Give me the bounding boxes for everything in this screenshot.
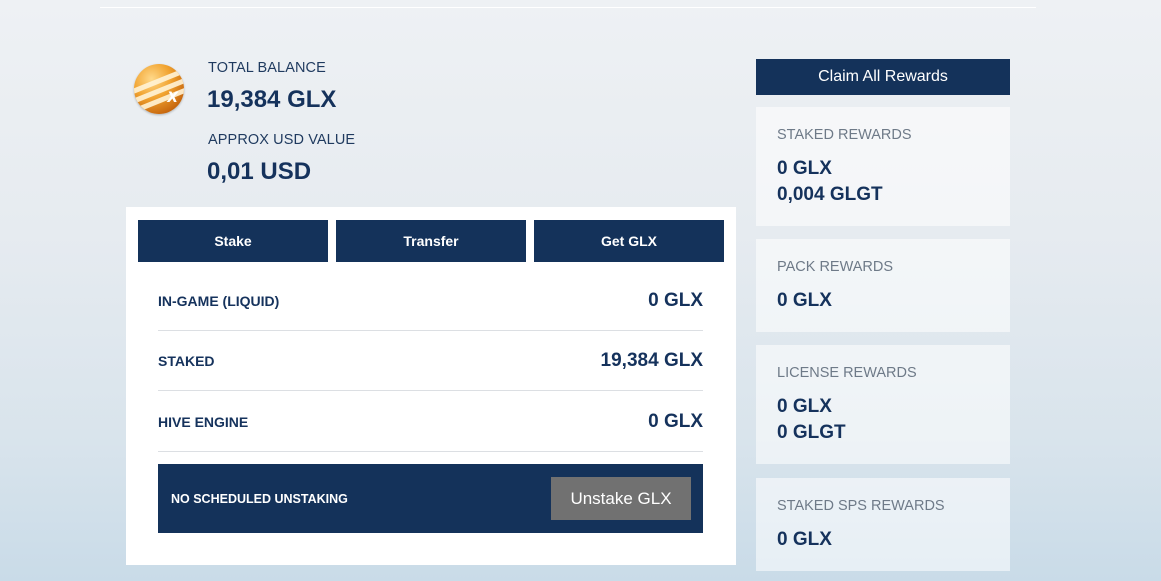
reward-title: LICENSE REWARDS [777, 365, 917, 381]
unstaking-status: NO SCHEDULED UNSTAKING [171, 491, 348, 506]
total-balance-value: 19,384 GLX [207, 86, 337, 113]
unstaking-panel: NO SCHEDULED UNSTAKING Unstake GLX [158, 464, 703, 533]
staked-sps-rewards-box: STAKED SPS REWARDS 0 GLX [756, 478, 1010, 571]
holding-row-hive-engine: HIVE ENGINE 0 GLX [158, 392, 703, 452]
holding-value: 0 GLX [648, 289, 703, 311]
unstake-glx-button[interactable]: Unstake GLX [551, 477, 691, 520]
balance-card: Stake Transfer Get GLX IN-GAME (LIQUID) … [126, 207, 736, 565]
license-rewards-box: LICENSE REWARDS 0 GLX 0 GLGT [756, 345, 1010, 464]
staked-rewards-box: STAKED REWARDS 0 GLX 0,004 GLGT [756, 107, 1010, 226]
claim-all-rewards-button[interactable]: Claim All Rewards [756, 59, 1010, 95]
reward-amount: 0 GLX [777, 158, 832, 179]
pack-rewards-box: PACK REWARDS 0 GLX [756, 239, 1010, 332]
glx-coin-icon: X [134, 64, 184, 114]
top-divider [100, 7, 1036, 8]
holding-label: STAKED [158, 352, 215, 369]
reward-amount: 0 GLGT [777, 422, 846, 443]
stake-button[interactable]: Stake [138, 220, 328, 262]
reward-amount: 0 GLX [777, 396, 832, 417]
usd-value-label: APPROX USD VALUE [208, 132, 356, 148]
holding-row-staked: STAKED 19,384 GLX [158, 331, 703, 391]
reward-title: PACK REWARDS [777, 259, 894, 275]
usd-value: 0,01 USD [207, 158, 312, 185]
reward-title: STAKED SPS REWARDS [777, 498, 945, 514]
total-balance-label: TOTAL BALANCE [208, 60, 326, 76]
reward-amount: 0 GLX [777, 529, 832, 550]
reward-amount: 0,004 GLGT [777, 184, 883, 205]
transfer-button[interactable]: Transfer [336, 220, 526, 262]
holding-value: 19,384 GLX [600, 349, 703, 371]
holding-label: IN-GAME (LIQUID) [158, 292, 280, 309]
reward-title: STAKED REWARDS [777, 127, 912, 143]
holding-label: HIVE ENGINE [158, 413, 249, 430]
get-glx-button[interactable]: Get GLX [534, 220, 724, 262]
holding-value: 0 GLX [648, 410, 703, 432]
reward-amount: 0 GLX [777, 290, 832, 311]
holding-row-in-game: IN-GAME (LIQUID) 0 GLX [158, 271, 703, 331]
